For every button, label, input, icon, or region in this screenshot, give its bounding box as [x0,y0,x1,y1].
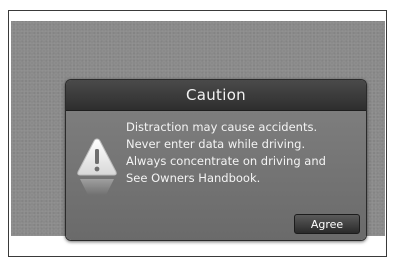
message-line: See Owners Handbook. [126,171,261,185]
dialog-body: Distraction may cause accidents. Never e… [66,111,366,240]
warning-triangle-icon [77,138,117,176]
caution-message: Distraction may cause accidents. Never e… [126,119,362,187]
display-screen: Caution Distraction may cause accidents.… [11,21,385,241]
message-line: Always concentrate on driving and [126,154,326,168]
message-line: Distraction may cause accidents. [126,120,318,134]
dialog-header: Caution [66,80,366,111]
dialog-title: Caution [185,86,246,104]
agree-button[interactable]: Agree [294,214,360,234]
warning-reflection-icon [80,179,114,195]
message-line: Never enter data while driving. [126,137,306,151]
caution-dialog: Caution Distraction may cause accidents.… [65,79,367,241]
